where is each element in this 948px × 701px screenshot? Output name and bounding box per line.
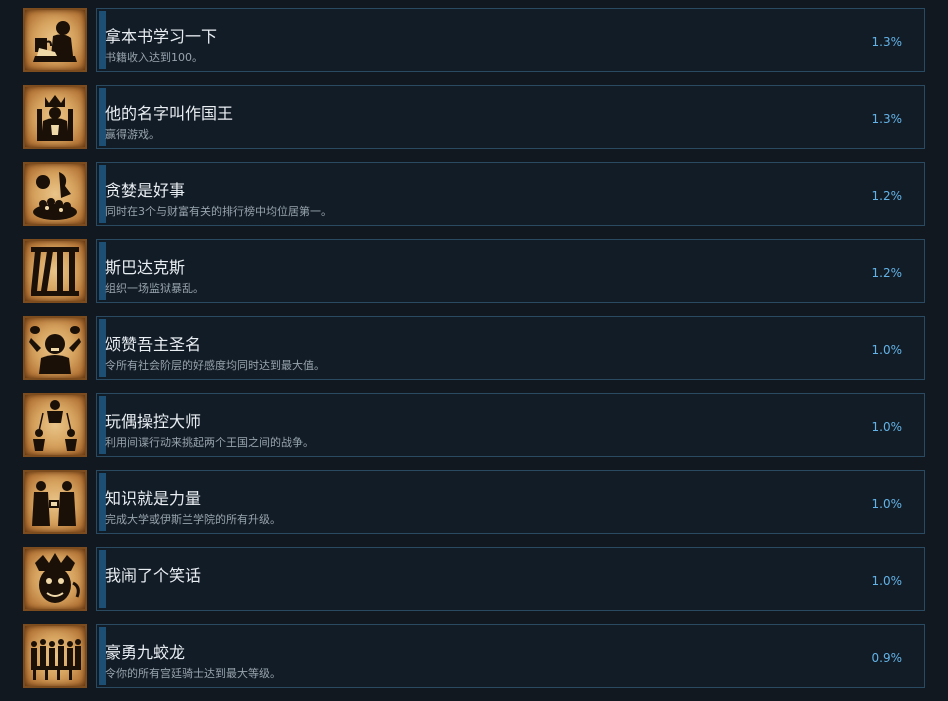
achievement-card: 玩偶操控大师 利用间谍行动来挑起两个王国之间的战争。 1.0% [96,393,925,457]
achievement-row[interactable]: 玩偶操控大师 利用间谍行动来挑起两个王国之间的战争。 1.0% [0,393,948,470]
achievement-card: 知识就是力量 完成大学或伊斯兰学院的所有升级。 1.0% [96,470,925,534]
achievement-row[interactable]: 他的名字叫作国王 赢得游戏。 1.3% [0,85,948,162]
achievement-description: 令所有社会阶层的好感度均同时达到最大值。 [105,359,325,372]
achievement-row[interactable]: 斯巴达克斯 组织一场监狱暴乱。 1.2% [0,239,948,316]
achievement-card: 贪婪是好事 同时在3个与财富有关的排行榜中均位居第一。 1.2% [96,162,925,226]
achievement-title: 贪婪是好事 [105,181,186,200]
achievement-description: 同时在3个与财富有关的排行榜中均位居第一。 [105,205,332,218]
prison-bars-icon [23,239,87,303]
achievement-row[interactable]: 知识就是力量 完成大学或伊斯兰学院的所有升级。 1.0% [0,470,948,547]
jester-face-icon [23,547,87,611]
unlock-percentage: 1.3% [871,35,903,49]
achievement-card: 豪勇九蛟龙 令你的所有宫廷骑士达到最大等级。 0.9% [96,624,925,688]
achievement-card: 我闹了个笑话 1.0% [96,547,925,611]
achievement-row[interactable]: 拿本书学习一下 书籍收入达到100。 1.3% [0,8,948,85]
achievement-card: 斯巴达克斯 组织一场监狱暴乱。 1.2% [96,239,925,303]
scholars-debate-icon [23,470,87,534]
unlock-percentage: 1.0% [871,343,903,357]
achievement-row[interactable]: 贪婪是好事 同时在3个与财富有关的排行榜中均位居第一。 1.2% [0,162,948,239]
achievement-description: 令你的所有宫廷骑士达到最大等级。 [105,667,281,680]
gold-pile-icon [23,162,87,226]
unlock-percentage: 1.2% [871,189,903,203]
achievement-description: 书籍收入达到100。 [105,51,203,64]
achievement-title: 知识就是力量 [105,489,202,508]
achievement-card: 颂赞吾主圣名 令所有社会阶层的好感度均同时达到最大值。 1.0% [96,316,925,380]
achievement-title: 斯巴达克斯 [105,258,186,277]
achievement-description: 赢得游戏。 [105,128,160,141]
unlock-percentage: 1.0% [871,574,903,588]
puppet-master-icon [23,393,87,457]
achievement-card: 拿本书学习一下 书籍收入达到100。 1.3% [96,8,925,72]
achievement-row[interactable]: 颂赞吾主圣名 令所有社会阶层的好感度均同时达到最大值。 1.0% [0,316,948,393]
unlock-percentage: 0.9% [871,651,903,665]
achievement-title: 拿本书学习一下 [105,27,218,46]
achievement-card: 他的名字叫作国王 赢得游戏。 1.3% [96,85,925,149]
achievement-title: 玩偶操控大师 [105,412,202,431]
achievement-description: 利用间谍行动来挑起两个王国之间的战争。 [105,436,314,449]
achievement-list: 拿本书学习一下 书籍收入达到100。 1.3% 他的名字叫作国王 赢得游戏。 1… [0,0,948,694]
king-on-throne-icon [23,85,87,149]
achievement-row[interactable]: 豪勇九蛟龙 令你的所有宫廷骑士达到最大等级。 0.9% [0,624,948,701]
unlock-percentage: 1.0% [871,420,903,434]
achievement-description: 完成大学或伊斯兰学院的所有升级。 [105,513,281,526]
achievement-row[interactable]: 我闹了个笑话 1.0% [0,547,948,624]
scholar-reading-icon [23,8,87,72]
achievement-title: 他的名字叫作国王 [105,104,234,123]
achievement-description: 组织一场监狱暴乱。 [105,282,204,295]
achievement-title: 我闹了个笑话 [105,566,202,585]
unlock-percentage: 1.3% [871,112,903,126]
achievement-title: 豪勇九蛟龙 [105,643,186,662]
knights-army-icon [23,624,87,688]
unlock-percentage: 1.2% [871,266,903,280]
unlock-percentage: 1.0% [871,497,903,511]
achievement-title: 颂赞吾主圣名 [105,335,202,354]
cheering-crowd-icon [23,316,87,380]
